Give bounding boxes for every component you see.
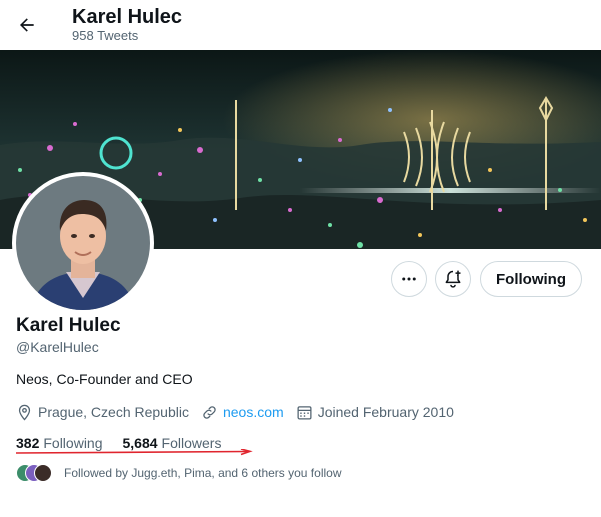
profile-bio: Neos, Co-Founder and CEO <box>16 371 193 387</box>
avatar-photo <box>16 176 150 310</box>
notification-bell-icon <box>445 270 461 288</box>
header-title: Karel Hulec <box>72 6 183 28</box>
following-button[interactable]: Following <box>480 261 582 297</box>
location-item: Prague, Czech Republic <box>16 404 189 421</box>
followed-by-text: Followed by Jugg.eth, Pima, and 6 others… <box>64 466 342 480</box>
joined-text: Joined February 2010 <box>317 404 454 420</box>
joined-item: Joined February 2010 <box>296 404 454 421</box>
back-button[interactable] <box>10 8 44 42</box>
profile-avatar[interactable] <box>12 172 154 314</box>
annotation-underline-arrow <box>16 449 253 456</box>
more-icon <box>402 277 416 281</box>
followed-by-avatars <box>16 463 56 483</box>
location-text: Prague, Czech Republic <box>38 404 189 420</box>
website-item: neos.com <box>201 404 284 421</box>
notifications-button[interactable] <box>435 261 471 297</box>
website-link[interactable]: neos.com <box>223 404 284 420</box>
profile-meta: Prague, Czech Republic neos.com Joined F… <box>16 402 466 422</box>
back-arrow-icon <box>20 18 34 32</box>
location-icon <box>18 404 31 421</box>
more-button[interactable] <box>391 261 427 297</box>
follower-avatar <box>34 464 52 482</box>
profile-handle: @KarelHulec <box>16 339 99 355</box>
link-icon <box>203 405 216 419</box>
followed-by-row[interactable]: Followed by Jugg.eth, Pima, and 6 others… <box>16 463 342 483</box>
calendar-icon <box>297 405 312 420</box>
tweet-count: 958 Tweets <box>72 28 139 43</box>
profile-name: Karel Hulec <box>16 315 121 336</box>
profile-header: Karel Hulec 958 Tweets <box>0 0 601 50</box>
